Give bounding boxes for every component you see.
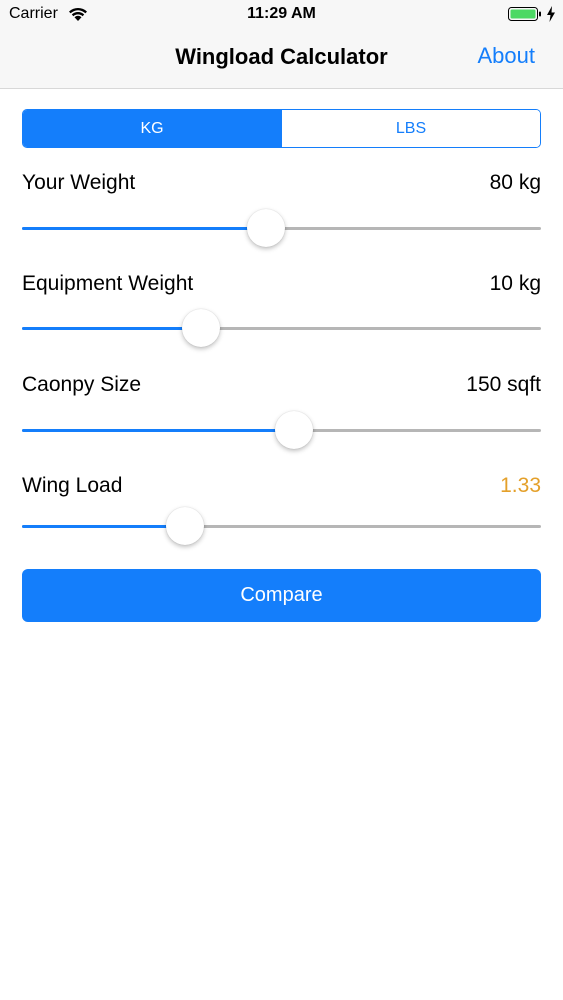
unit-segmented-control: KG LBS [22,109,541,148]
your-weight-value: 80 kg [489,171,541,194]
canopy-size-slider[interactable] [22,411,541,451]
compare-button[interactable]: Compare [22,569,541,622]
status-bar: Carrier 11:29 AM [0,0,563,30]
wing-load-label: Wing Load [22,474,123,497]
slider-fill [22,525,186,528]
slider-thumb[interactable] [246,209,285,247]
charging-bolt-icon [547,6,555,22]
canopy-size-label: Caonpy Size [22,373,142,396]
your-weight-label: Your Weight [22,171,136,194]
about-button[interactable]: About [478,43,536,69]
wing-load-slider[interactable] [22,507,541,547]
slider-fill [22,327,202,330]
status-time: 11:29 AM [247,5,316,22]
slider-fill [22,227,266,230]
your-weight-slider[interactable] [22,209,541,249]
equipment-weight-value: 10 kg [489,272,541,295]
equipment-weight-label: Equipment Weight [22,272,194,295]
segment-kg[interactable]: KG [23,110,281,147]
slider-thumb[interactable] [275,411,314,449]
slider-fill [22,429,295,432]
wing-load-value: 1.33 [500,474,541,497]
equipment-weight-slider[interactable] [22,309,541,349]
canopy-size-value: 150 sqft [466,373,541,396]
navigation-bar: Wingload Calculator About [0,30,563,89]
battery-icon [508,7,541,21]
slider-thumb[interactable] [182,309,221,347]
segment-lbs[interactable]: LBS [281,110,540,147]
slider-thumb[interactable] [166,507,205,545]
